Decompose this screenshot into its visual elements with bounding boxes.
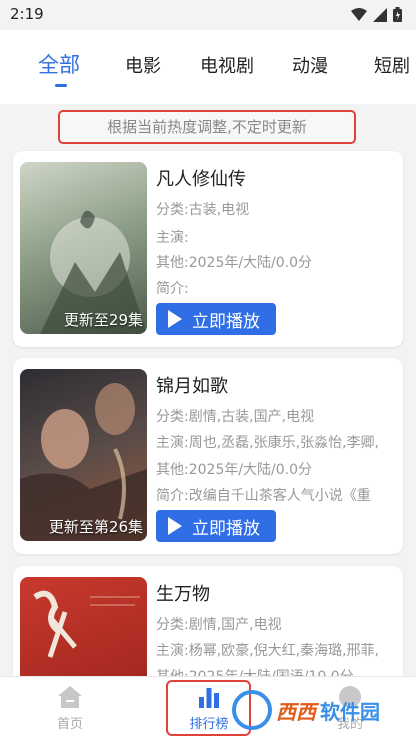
tab-short-drama[interactable]: 短剧 [374,52,410,78]
drama-cast: 主演:杨幂,欧豪,倪大红,秦海璐,邢菲, [156,643,379,659]
status-time: 2:19 [10,5,44,23]
poster-image[interactable]: 更新至第26集 [20,369,147,541]
status-icons [351,7,402,22]
play-icon [168,517,182,535]
home-icon [58,686,82,708]
watermark-logo-icon [232,690,272,730]
battery-icon [393,7,402,22]
signal-icon [373,7,387,22]
play-button[interactable]: 立即播放 [156,303,276,335]
drama-card[interactable]: 更新至29集 凡人修仙传 分类:古装,电视 主演: 其他:2025年/大陆/0.… [13,151,403,347]
nav-home[interactable]: 首页 [50,685,90,732]
drama-cast: 主演:周也,丞磊,张康乐,张淼怡,李卿, [156,435,379,451]
wifi-icon [351,7,367,21]
watermark-text-1: 西西 [276,699,316,724]
drama-category: 分类:剧情,国产,电视 [156,617,282,633]
episode-status: 更新至29集 [63,311,143,329]
drama-category: 分类:古装,电视 [156,202,250,218]
tab-anime[interactable]: 动漫 [292,52,328,78]
drama-title[interactable]: 生万物 [156,580,210,606]
category-tabs: 全部 电影 电视剧 动漫 短剧 [0,30,416,104]
drama-cast: 主演: [156,230,189,246]
play-button[interactable]: 立即播放 [156,510,276,542]
watermark-text-2: 软件园 [320,699,380,724]
drama-other-info: 其他:2025年/大陆/0.0分 [156,462,313,478]
update-notice: 根据当前热度调整,不定时更新 [58,110,356,144]
drama-title[interactable]: 凡人修仙传 [156,165,246,191]
poster-image[interactable]: 更新至29集 [20,162,147,334]
tab-movie[interactable]: 电影 [125,52,161,78]
tab-all[interactable]: 全部 [38,49,80,79]
drama-intro: 简介:改编自千山茶客人气小说《重 [156,488,371,504]
play-button-label: 立即播放 [192,518,260,539]
drama-title[interactable]: 锦月如歌 [156,372,228,398]
drama-intro: 简介: [156,281,189,297]
episode-status: 更新至第26集 [48,518,143,536]
play-icon [168,310,182,328]
drama-other-info: 其他:2025年/大陆/0.0分 [156,255,313,271]
play-button-label: 立即播放 [192,311,260,332]
drama-card[interactable]: 更新至第26集 锦月如歌 分类:剧情,古装,国产,电视 主演:周也,丞磊,张康乐… [13,358,403,554]
tab-active-indicator [55,84,67,87]
drama-category: 分类:剧情,古装,国产,电视 [156,409,315,425]
tab-tv-series[interactable]: 电视剧 [200,52,254,78]
status-bar: 2:19 [0,0,416,30]
site-watermark: 西西 软件园 [232,688,402,732]
nav-home-label: 首页 [56,717,83,732]
